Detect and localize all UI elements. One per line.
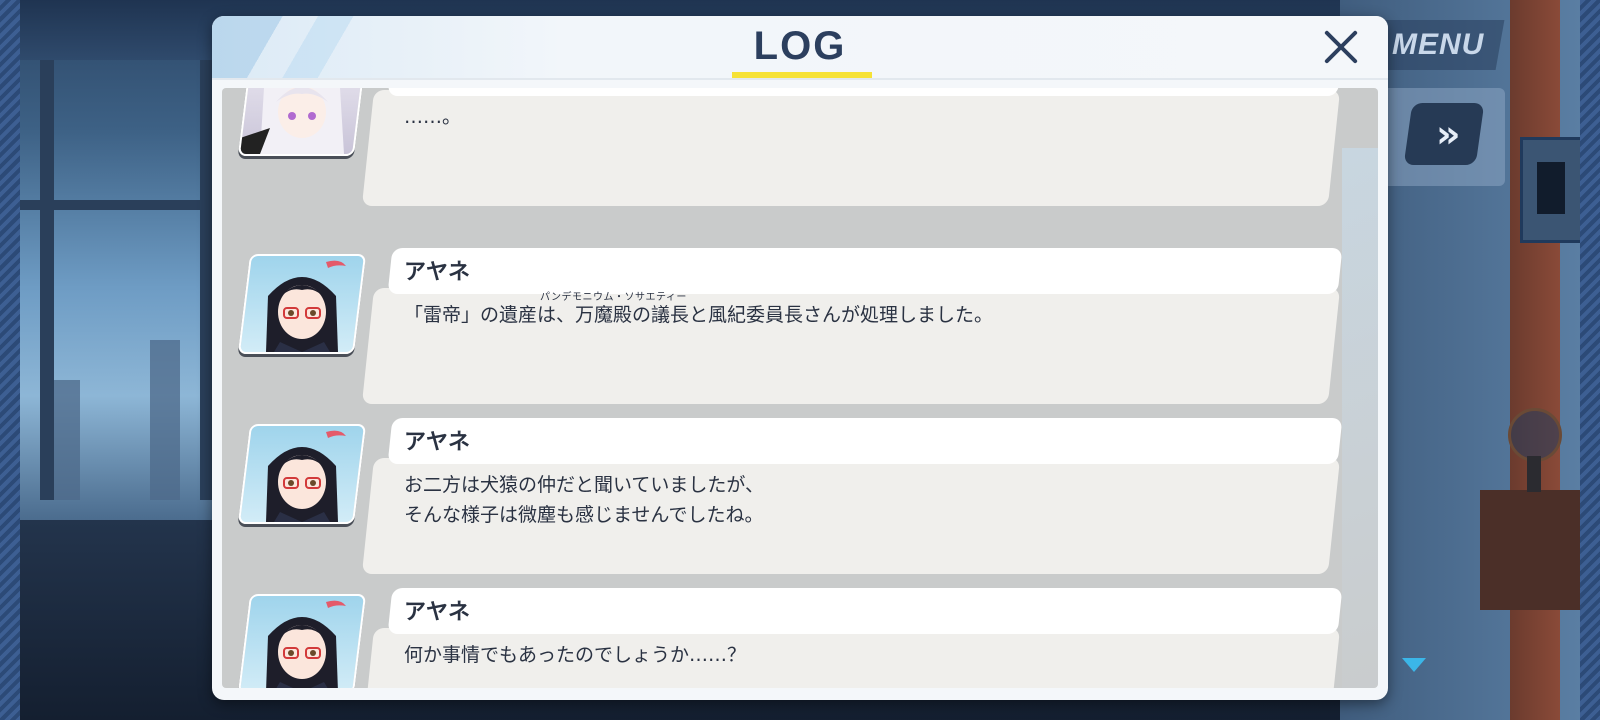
log-header: LOG	[212, 16, 1388, 80]
window-transom	[20, 200, 220, 210]
cabinet	[1480, 490, 1580, 610]
log-title: LOG	[753, 24, 847, 68]
log-entry: アヤネ 何か事情でもあったのでしょうか……？	[222, 588, 1378, 688]
screen-frame-right	[1580, 0, 1600, 720]
name-plate	[387, 588, 1343, 634]
log-list[interactable]: ヒナ ……。 アヤネ パンデモニウム・ソサエティー 「雷帝」の遺産は、万魔	[222, 88, 1378, 688]
portrait-ayane[interactable]	[237, 594, 367, 688]
portrait-hina[interactable]	[237, 88, 367, 156]
message-text: お二方は犬猿の仲だと聞いていましたが、 そんな様子は微塵も感じませんでしたね。	[404, 474, 765, 526]
globe-icon	[1508, 408, 1562, 462]
wood-pillar	[1510, 0, 1560, 720]
city-building	[150, 340, 180, 500]
message-text: 何か事情でもあったのでしょうか……？	[404, 644, 747, 666]
speaker-name: アヤネ	[404, 260, 471, 285]
fast-forward-icon: »	[1435, 112, 1453, 156]
speaker-name: アヤネ	[404, 600, 471, 625]
log-panel: LOG ヒナ ……。	[212, 16, 1388, 700]
portrait-ayane[interactable]	[237, 424, 367, 524]
close-icon[interactable]	[1322, 28, 1360, 66]
wall-picture	[1520, 137, 1584, 243]
log-entry: ヒナ ……。	[222, 88, 1378, 210]
speaker-name: アヤネ	[404, 430, 471, 455]
globe-stand	[1527, 456, 1541, 492]
name-plate	[387, 88, 1343, 96]
name-plate	[387, 418, 1343, 464]
portrait-ayane[interactable]	[237, 254, 367, 354]
scroll-down-arrow-icon	[1402, 658, 1426, 672]
name-plate	[387, 248, 1343, 294]
screen-frame-left	[0, 0, 20, 720]
fast-forward-button[interactable]: »	[1403, 103, 1485, 165]
message-bubble	[361, 90, 1341, 206]
log-entry: アヤネ パンデモニウム・ソサエティー 「雷帝」の遺産は、万魔殿の議長と風紀委員長…	[222, 248, 1378, 408]
menu-label: MENU	[1392, 28, 1485, 61]
message-text: ……。	[404, 106, 462, 128]
message-text: 「雷帝」の遺産は、万魔殿の議長と風紀委員長さんが処理しました。	[404, 304, 994, 326]
window-mullion	[40, 60, 54, 500]
title-underline	[732, 72, 872, 78]
log-entry: アヤネ お二方は犬猿の仲だと聞いていましたが、 そんな様子は微塵も感じませんでし…	[222, 418, 1378, 578]
